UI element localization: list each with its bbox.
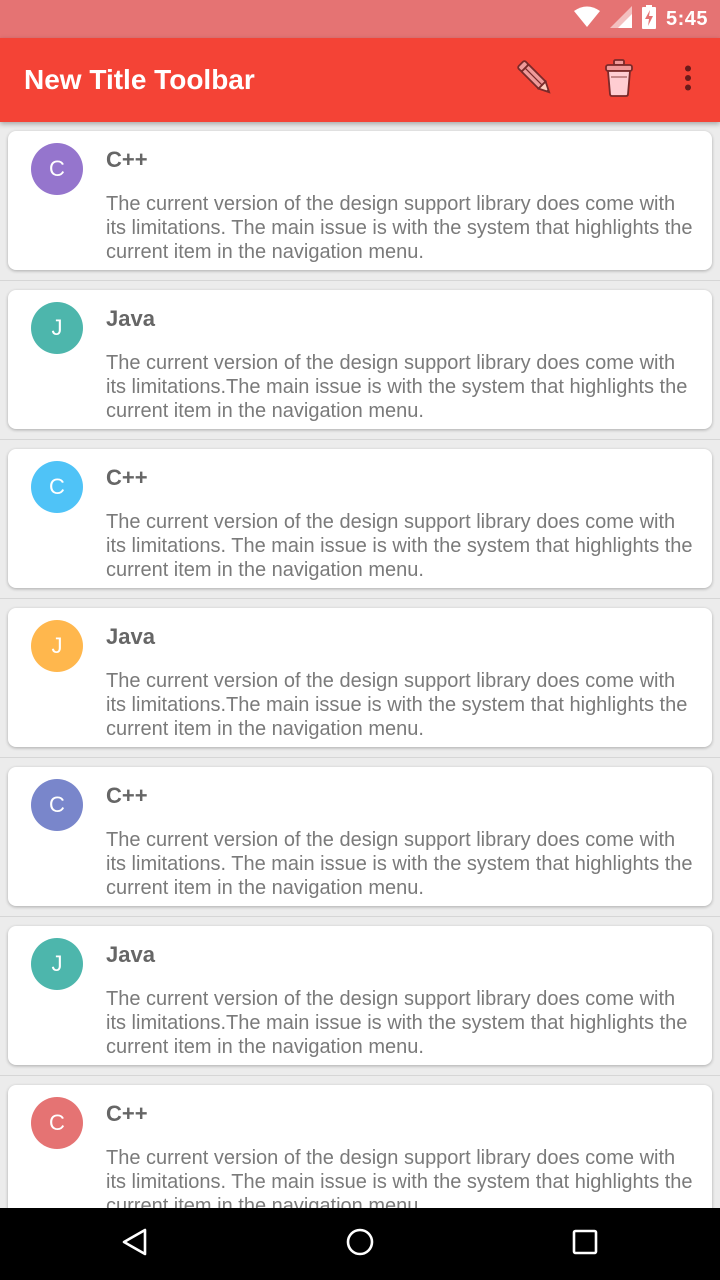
item-description: The current version of the design suppor… [106,511,693,581]
avatar: C [31,143,83,195]
item-description: The current version of the design suppor… [106,1147,693,1208]
item-description: The current version of the design suppor… [106,988,688,1058]
more-options-button[interactable] [668,38,708,122]
navigation-bar [0,1208,720,1280]
item-description: The current version of the design suppor… [106,670,688,740]
item-card[interactable]: C C++ The current version of the design … [8,767,712,906]
item-title: C++ [106,465,148,490]
back-button[interactable] [95,1208,175,1280]
edit-pencil-icon [513,56,557,105]
toolbar-title: New Title Toolbar [24,64,255,95]
item-title: Java [106,306,155,331]
status-icons: 5:45 [573,0,708,38]
item-title: Java [106,624,155,649]
card-list[interactable]: C C++ The current version of the design … [0,122,720,1208]
toolbar: New Title Toolbar [0,38,720,122]
item-title: Java [106,942,155,967]
cell-signal-icon [609,5,632,33]
avatar: J [31,620,83,672]
wifi-icon [573,6,600,33]
edit-button[interactable] [508,38,562,122]
recents-icon [571,1228,599,1261]
item-description: The current version of the design suppor… [106,829,693,899]
battery-charging-icon [641,4,656,34]
item-description: The current version of the design suppor… [106,193,693,263]
item-card[interactable]: C C++ The current version of the design … [8,1085,712,1208]
back-icon [120,1227,150,1262]
home-icon [345,1227,375,1262]
item-card[interactable]: C C++ The current version of the design … [8,449,712,588]
status-bar: 5:45 [0,0,720,38]
avatar: C [31,461,83,513]
list-item: C C++ The current version of the design … [0,1076,720,1208]
delete-trash-icon [603,58,635,103]
delete-button[interactable] [594,38,644,122]
home-button[interactable] [320,1208,400,1280]
list-item: C C++ The current version of the design … [0,440,720,599]
avatar: C [31,1097,83,1149]
more-vert-icon [684,65,692,96]
list-item: J Java The current version of the design… [0,281,720,440]
avatar: J [31,302,83,354]
item-card[interactable]: J Java The current version of the design… [8,608,712,747]
list-item: J Java The current version of the design… [0,917,720,1076]
list-item: C C++ The current version of the design … [0,122,720,281]
item-card[interactable]: J Java The current version of the design… [8,926,712,1065]
item-title: C++ [106,147,148,172]
item-card[interactable]: J Java The current version of the design… [8,290,712,429]
item-description: The current version of the design suppor… [106,352,688,422]
item-card[interactable]: C C++ The current version of the design … [8,131,712,270]
list-item: C C++ The current version of the design … [0,758,720,917]
list-item: J Java The current version of the design… [0,599,720,758]
item-title: C++ [106,1101,148,1126]
avatar: J [31,938,83,990]
avatar: C [31,779,83,831]
status-time: 5:45 [665,7,708,30]
recents-button[interactable] [545,1208,625,1280]
item-title: C++ [106,783,148,808]
